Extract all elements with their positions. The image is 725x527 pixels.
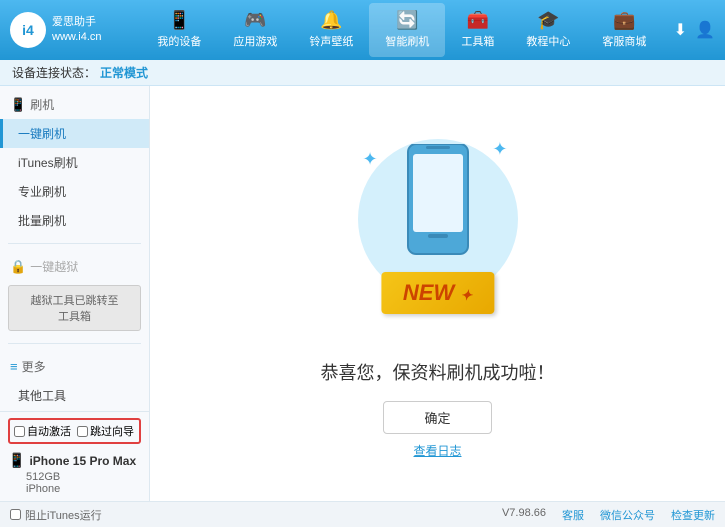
device-icon: 📱 bbox=[168, 11, 190, 29]
status-bar: 设备连接状态： 正常模式 bbox=[0, 60, 725, 86]
jailbreak-info-box: 越狱工具已跳转至 工具箱 bbox=[8, 285, 141, 331]
toolbox-icon: 🧰 bbox=[467, 11, 489, 29]
phone-svg bbox=[403, 144, 473, 274]
sidebar-section-flash: 📱 刷机 一键刷机 iTunes刷机 专业刷机 批量刷机 bbox=[0, 86, 149, 239]
header: i4 爱思助手 www.i4.cn 📱 我的设备 🎮 应用游戏 🔔 铃声壁纸 🔄 bbox=[0, 0, 725, 60]
device-name: iPhone 15 Pro Max bbox=[29, 454, 136, 468]
logo-text: 爱思助手 www.i4.cn bbox=[52, 15, 102, 46]
device-panel: 自动激活 跳过向导 📱 iPhone 15 Pro Max 512GB iPho… bbox=[0, 411, 149, 501]
service-icon: 💼 bbox=[613, 11, 635, 29]
skip-guide-checkbox[interactable] bbox=[77, 426, 88, 437]
sidebar-group-more: ≡ 更多 bbox=[0, 352, 149, 381]
tutorial-icon: 🎓 bbox=[537, 11, 559, 29]
smart-flash-icon: 🔄 bbox=[396, 11, 418, 29]
footer: 阻止iTunes运行 V7.98.66 客服 微信公众号 检查更新 bbox=[0, 501, 725, 527]
sidebar: 📱 刷机 一键刷机 iTunes刷机 专业刷机 批量刷机 bbox=[0, 86, 150, 501]
success-message: 恭喜您，保资料刷机成功啦！ bbox=[321, 359, 555, 385]
more-icon: ≡ bbox=[10, 359, 18, 374]
itunes-label: 阻止iTunes运行 bbox=[25, 507, 102, 523]
auto-activate-label[interactable]: 自动激活 bbox=[14, 423, 71, 439]
log-link[interactable]: 查看日志 bbox=[413, 442, 461, 459]
sidebar-group-jailbreak: 🔒 一键越狱 bbox=[0, 252, 149, 281]
sparkle-left: ✦ bbox=[363, 149, 378, 170]
sidebar-item-one-key-flash[interactable]: 一键刷机 bbox=[0, 119, 149, 148]
sidebar-item-other-tools[interactable]: 其他工具 bbox=[0, 381, 149, 410]
success-illustration: ✦ ✦ NEW ✦ bbox=[358, 129, 518, 309]
sidebar-divider-2 bbox=[8, 343, 141, 344]
device-phone-icon: 📱 bbox=[8, 452, 25, 469]
phone-container: ✦ ✦ NEW ✦ bbox=[358, 129, 518, 309]
sidebar-item-pro-flash[interactable]: 专业刷机 bbox=[0, 177, 149, 206]
footer-link-service[interactable]: 客服 bbox=[562, 507, 584, 523]
nav-ringtone[interactable]: 🔔 铃声壁纸 bbox=[293, 3, 369, 57]
footer-left: 阻止iTunes运行 bbox=[10, 507, 102, 523]
flash-group-icon: 📱 bbox=[10, 97, 26, 113]
footer-right: V7.98.66 客服 微信公众号 检查更新 bbox=[502, 507, 715, 523]
version-text: V7.98.66 bbox=[502, 507, 546, 523]
skip-guide-label[interactable]: 跳过向导 bbox=[77, 423, 134, 439]
nav-tutorial[interactable]: 🎓 教程中心 bbox=[510, 3, 586, 57]
status-value: 正常模式 bbox=[100, 64, 148, 81]
new-badge-container: NEW ✦ bbox=[381, 272, 494, 314]
sidebar-group-flash: 📱 刷机 bbox=[0, 90, 149, 119]
itunes-checkbox[interactable] bbox=[10, 509, 21, 520]
status-label: 设备连接状态： bbox=[12, 64, 96, 81]
checkbox-group: 自动激活 跳过向导 bbox=[8, 418, 141, 444]
main-content: ✦ ✦ NEW ✦ bbox=[150, 86, 725, 501]
logo-area: i4 爱思助手 www.i4.cn bbox=[10, 12, 130, 48]
apps-icon: 🎮 bbox=[244, 11, 266, 29]
device-type: iPhone bbox=[8, 483, 141, 495]
nav-service[interactable]: 💼 客服商城 bbox=[586, 3, 662, 57]
nav-my-device[interactable]: 📱 我的设备 bbox=[141, 3, 217, 57]
footer-link-update[interactable]: 检查更新 bbox=[671, 507, 715, 523]
nav-apps-games[interactable]: 🎮 应用游戏 bbox=[217, 3, 293, 57]
header-right: ⬇ 👤 bbox=[674, 20, 715, 40]
sidebar-section-more: ≡ 更多 其他工具 下载固件 高级功能 bbox=[0, 348, 149, 411]
device-storage: 512GB bbox=[8, 471, 141, 483]
footer-link-wechat[interactable]: 微信公众号 bbox=[600, 507, 655, 523]
sidebar-divider-1 bbox=[8, 243, 141, 244]
auto-activate-checkbox[interactable] bbox=[14, 426, 25, 437]
nav-smart-flash[interactable]: 🔄 智能刷机 bbox=[369, 3, 445, 57]
ringtone-icon: 🔔 bbox=[320, 11, 342, 29]
new-badge: NEW ✦ bbox=[381, 272, 494, 314]
user-button[interactable]: 👤 bbox=[695, 20, 715, 40]
jailbreak-icon: 🔒 bbox=[10, 259, 26, 275]
sparkle-right: ✦ bbox=[492, 139, 507, 160]
badge-stars: ✦ bbox=[460, 287, 472, 303]
nav-bar: 📱 我的设备 🎮 应用游戏 🔔 铃声壁纸 🔄 智能刷机 🧰 工具箱 🎓 bbox=[130, 3, 674, 57]
sidebar-section-jailbreak: 🔒 一键越狱 越狱工具已跳转至 工具箱 bbox=[0, 248, 149, 339]
download-button[interactable]: ⬇ bbox=[674, 20, 687, 40]
logo-circle: i4 bbox=[10, 12, 46, 48]
device-name-row: 📱 iPhone 15 Pro Max bbox=[8, 450, 141, 471]
sidebar-scroll: 📱 刷机 一键刷机 iTunes刷机 专业刷机 批量刷机 bbox=[0, 86, 149, 411]
nav-toolbox[interactable]: 🧰 工具箱 bbox=[445, 3, 510, 57]
confirm-button[interactable]: 确定 bbox=[383, 401, 491, 434]
sidebar-item-itunes-flash[interactable]: iTunes刷机 bbox=[0, 148, 149, 177]
sidebar-item-batch-flash[interactable]: 批量刷机 bbox=[0, 206, 149, 235]
app-window: i4 爱思助手 www.i4.cn 📱 我的设备 🎮 应用游戏 🔔 铃声壁纸 🔄 bbox=[0, 0, 725, 527]
